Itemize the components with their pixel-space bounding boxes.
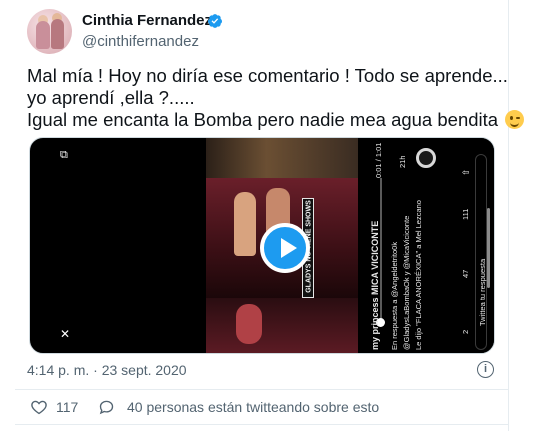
info-icon[interactable]: i: [477, 361, 494, 378]
tweet-timestamp[interactable]: 4:14 p. m. · 23 sept. 2020: [27, 362, 187, 378]
panel-scrollbar[interactable]: [487, 208, 490, 288]
winking-face-icon: [505, 110, 525, 129]
tweet-line-3: Igual me encanta la Bomba pero nadie mea…: [27, 109, 525, 131]
author-name[interactable]: Cinthia Fernandez: [82, 12, 212, 29]
conversation-link[interactable]: 40 personas están twitteando sobre esto: [127, 399, 379, 415]
avatar-figure-right: [51, 19, 64, 49]
video-side-panel: my princess MICA VICICONTE En respuesta …: [360, 138, 494, 353]
panel-reply-to: En respuesta a @Angeldetrito0k: [390, 241, 399, 350]
panel-retweets: 47: [461, 269, 470, 278]
tweet-line-2: yo aprendí ,ella ?.....: [27, 87, 195, 108]
panel-mentions: @GladysLaBombaOk y @MicaViciconte: [402, 215, 411, 350]
play-button[interactable]: [260, 223, 310, 273]
avatar[interactable]: [27, 9, 72, 54]
panel-comments: 2: [461, 329, 470, 334]
tweet-card: Cinthia Fernandez @cinthifernandez Mal m…: [0, 0, 538, 431]
like-count[interactable]: 117: [56, 399, 78, 415]
video-frame-bottom: [206, 298, 358, 353]
panel-timecode: 0:01 / 1:01: [374, 142, 383, 178]
video-person-left: [234, 192, 256, 256]
video-frame-top: [206, 138, 358, 178]
divider: [15, 389, 508, 390]
share-icon[interactable]: ⇧: [461, 168, 472, 176]
video-control-knob[interactable]: [416, 148, 436, 168]
tweet-line-1: Mal mía ! Hoy no diría ese comentario ! …: [27, 65, 508, 86]
panel-reply-placeholder[interactable]: Twittea tu respuesta: [478, 259, 487, 326]
popout-icon[interactable]: ⧉: [60, 149, 72, 161]
panel-quote: Le dijo "FLACA ANORÉXICA" a Mel Lezcano: [414, 200, 423, 350]
author-handle[interactable]: @cinthifernandez: [82, 33, 199, 50]
tweet-line-3-text: Igual me encanta la Bomba pero nadie mea…: [27, 109, 499, 130]
tweet-text: Mal mía ! Hoy no diría ese comentario ! …: [27, 65, 525, 131]
video-progress-track[interactable]: [380, 178, 382, 324]
heart-icon[interactable]: [30, 398, 48, 416]
verified-badge-icon: [208, 14, 222, 28]
panel-account-name: my princess MICA VICICONTE: [370, 220, 380, 350]
panel-likes: 111: [461, 208, 470, 220]
panel-time-label: 21h: [398, 155, 407, 168]
avatar-figure-left: [36, 21, 50, 49]
comment-icon[interactable]: [97, 398, 116, 416]
video-player[interactable]: ⧉ ✕ GLADYS NO TIENE SHOWS my princess MI…: [29, 137, 495, 354]
bottom-divider: [15, 424, 508, 425]
close-icon[interactable]: ✕: [60, 328, 72, 340]
video-person-bottom: [236, 304, 262, 344]
column-border: [508, 0, 509, 431]
